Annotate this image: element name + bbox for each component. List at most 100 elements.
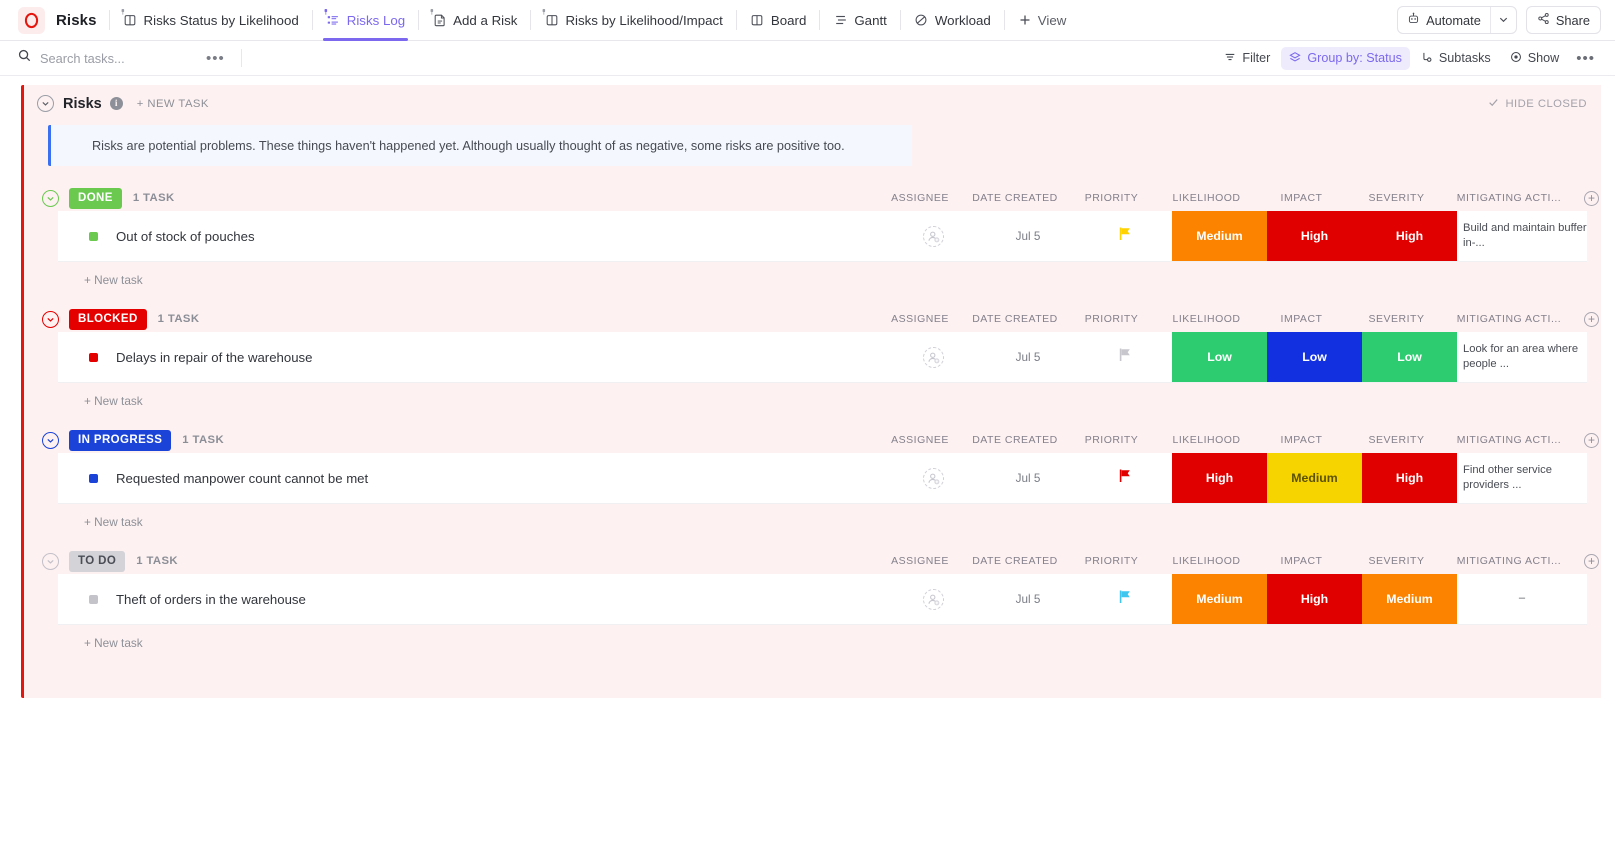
app-logo-icon[interactable] <box>18 6 45 34</box>
task-row[interactable]: Theft of orders in the warehouse Jul 5 Med… <box>58 574 1587 625</box>
severity-cell[interactable]: High <box>1362 211 1457 261</box>
tab-board[interactable]: Board <box>739 0 817 41</box>
task-row[interactable]: Delays in repair of the warehouse Jul 5 Lo… <box>58 332 1587 383</box>
column-header-mitigating-acti[interactable]: MITIGATING ACTI... <box>1444 313 1574 325</box>
status-chip[interactable]: BLOCKED <box>69 308 147 330</box>
column-header-assignee[interactable]: ASSIGNEE <box>874 434 966 446</box>
column-header-priority[interactable]: PRIORITY <box>1064 434 1159 446</box>
info-icon[interactable]: i <box>109 97 123 110</box>
status-chip[interactable]: DONE <box>69 187 122 209</box>
collapse-list-toggle[interactable] <box>37 95 54 112</box>
new-task-button[interactable]: + New task <box>24 504 1601 529</box>
status-square-icon[interactable] <box>89 473 98 483</box>
toolbar-overflow-button[interactable]: ••• <box>1570 47 1601 70</box>
impact-cell[interactable]: High <box>1267 211 1362 261</box>
add-assignee-icon[interactable] <box>922 588 944 610</box>
column-header-likelihood[interactable]: LIKELIHOOD <box>1159 192 1254 204</box>
collapse-group-toggle[interactable] <box>42 189 59 207</box>
filter-button[interactable]: Filter <box>1216 47 1278 70</box>
priority-flag-icon[interactable] <box>1118 347 1132 367</box>
subtasks-button[interactable]: Subtasks <box>1413 47 1499 70</box>
share-button[interactable]: Share <box>1525 6 1601 34</box>
likelihood-cell[interactable]: Medium <box>1172 211 1267 261</box>
priority-flag-icon[interactable] <box>1118 226 1132 246</box>
collapse-group-toggle[interactable] <box>42 310 59 328</box>
mitigating-action-cell[interactable]: Build and maintain buffer in-... <box>1457 211 1587 261</box>
column-header-date-created[interactable]: DATE CREATED <box>966 313 1064 325</box>
impact-cell[interactable]: High <box>1267 574 1362 624</box>
severity-cell[interactable]: Medium <box>1362 574 1457 624</box>
search-input[interactable] <box>40 50 185 66</box>
column-header-impact[interactable]: IMPACT <box>1254 555 1349 567</box>
priority-flag-icon[interactable] <box>1118 589 1132 609</box>
search-box[interactable] <box>18 49 198 67</box>
collapse-group-toggle[interactable] <box>42 431 59 449</box>
assignee-cell[interactable] <box>887 453 979 503</box>
tab-gantt[interactable]: Gantt <box>822 0 898 41</box>
column-header-severity[interactable]: SEVERITY <box>1349 192 1444 204</box>
priority-flag-icon[interactable] <box>1118 468 1132 488</box>
add-column-button[interactable]: + <box>1584 432 1599 448</box>
date-created-cell[interactable]: Jul 5 <box>979 211 1077 261</box>
task-row[interactable]: Out of stock of pouches Jul 5 Medium High Hi… <box>58 211 1587 262</box>
hide-closed-button[interactable]: HIDE CLOSED <box>1488 97 1587 111</box>
column-header-impact[interactable]: IMPACT <box>1254 434 1349 446</box>
add-assignee-icon[interactable] <box>922 467 944 489</box>
add-column-button[interactable]: + <box>1584 190 1599 206</box>
likelihood-cell[interactable]: Medium <box>1172 574 1267 624</box>
column-header-assignee[interactable]: ASSIGNEE <box>874 192 966 204</box>
severity-cell[interactable]: Low <box>1362 332 1457 382</box>
column-header-severity[interactable]: SEVERITY <box>1349 434 1444 446</box>
column-header-impact[interactable]: IMPACT <box>1254 313 1349 325</box>
assignee-cell[interactable] <box>887 332 979 382</box>
column-header-mitigating-acti[interactable]: MITIGATING ACTI... <box>1444 434 1574 446</box>
collapse-group-toggle[interactable] <box>42 552 59 570</box>
column-header-mitigating-acti[interactable]: MITIGATING ACTI... <box>1444 192 1574 204</box>
column-header-date-created[interactable]: DATE CREATED <box>966 434 1064 446</box>
status-square-icon[interactable] <box>89 594 98 604</box>
new-task-button[interactable]: + New task <box>24 625 1601 650</box>
add-assignee-icon[interactable] <box>922 346 944 368</box>
date-created-cell[interactable]: Jul 5 <box>979 574 1077 624</box>
new-task-button[interactable]: + New task <box>24 383 1601 408</box>
date-created-cell[interactable]: Jul 5 <box>979 453 1077 503</box>
column-header-likelihood[interactable]: LIKELIHOOD <box>1159 313 1254 325</box>
column-header-severity[interactable]: SEVERITY <box>1349 555 1444 567</box>
mitigating-action-cell[interactable]: – <box>1457 574 1587 624</box>
show-button[interactable]: Show <box>1502 47 1568 70</box>
tab-workload[interactable]: Workload <box>903 0 1002 41</box>
new-task-header-button[interactable]: + NEW TASK <box>137 98 209 110</box>
column-header-impact[interactable]: IMPACT <box>1254 192 1349 204</box>
column-header-priority[interactable]: PRIORITY <box>1064 555 1159 567</box>
task-name-cell[interactable]: Delays in repair of the warehouse <box>58 332 887 382</box>
add-column-button[interactable]: + <box>1584 311 1599 327</box>
mitigating-action-cell[interactable]: Find other service providers ... <box>1457 453 1587 503</box>
impact-cell[interactable]: Low <box>1267 332 1362 382</box>
add-column-button[interactable]: + <box>1584 553 1599 569</box>
group-by-button[interactable]: Group by: Status <box>1281 46 1410 70</box>
priority-cell[interactable] <box>1077 332 1172 382</box>
status-square-icon[interactable] <box>89 231 98 241</box>
column-header-likelihood[interactable]: LIKELIHOOD <box>1159 434 1254 446</box>
column-header-priority[interactable]: PRIORITY <box>1064 192 1159 204</box>
tab-risks-by-likelihood-impact[interactable]: Risks by Likelihood/Impact <box>533 0 733 41</box>
column-header-priority[interactable]: PRIORITY <box>1064 313 1159 325</box>
task-row[interactable]: Requested manpower count cannot be met Ju… <box>58 453 1587 504</box>
column-header-date-created[interactable]: DATE CREATED <box>966 555 1064 567</box>
likelihood-cell[interactable]: High <box>1172 453 1267 503</box>
assignee-cell[interactable] <box>887 211 979 261</box>
column-header-date-created[interactable]: DATE CREATED <box>966 192 1064 204</box>
column-header-likelihood[interactable]: LIKELIHOOD <box>1159 555 1254 567</box>
status-chip[interactable]: TO DO <box>69 550 126 572</box>
tab-add-a-risk[interactable]: Add a Risk <box>421 0 528 41</box>
column-header-assignee[interactable]: ASSIGNEE <box>874 313 966 325</box>
column-header-mitigating-acti[interactable]: MITIGATING ACTI... <box>1444 555 1574 567</box>
column-header-assignee[interactable]: ASSIGNEE <box>874 555 966 567</box>
mitigating-action-cell[interactable]: Look for an area where people ... <box>1457 332 1587 382</box>
assignee-cell[interactable] <box>887 574 979 624</box>
impact-cell[interactable]: Medium <box>1267 453 1362 503</box>
status-chip[interactable]: IN PROGRESS <box>69 429 172 451</box>
add-assignee-icon[interactable] <box>922 225 944 247</box>
likelihood-cell[interactable]: Low <box>1172 332 1267 382</box>
priority-cell[interactable] <box>1077 453 1172 503</box>
